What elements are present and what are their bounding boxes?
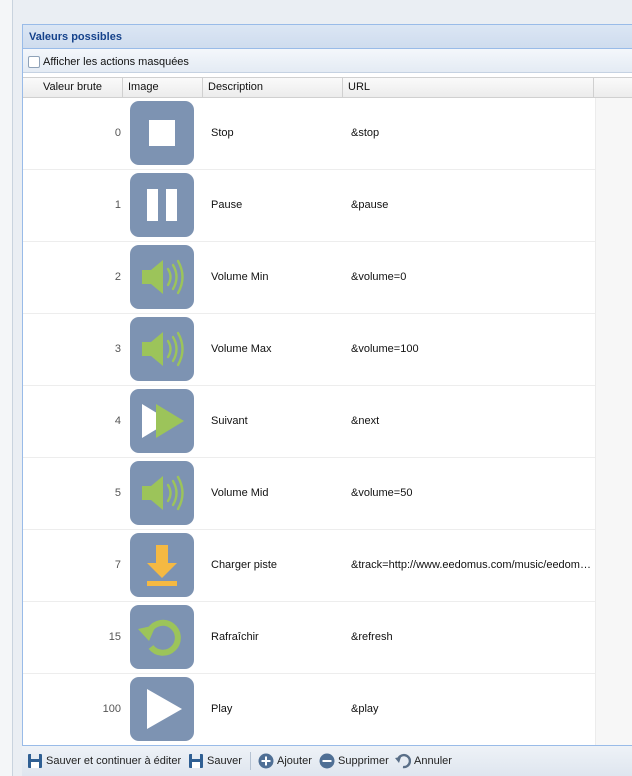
cancel-label: Annuler — [414, 755, 452, 767]
grid-empty-column — [595, 98, 632, 770]
description-cell: Volume Min — [211, 271, 269, 283]
raw-value-cell: 15 — [108, 631, 121, 643]
filter-toolbar: Afficher les actions masquées — [23, 49, 632, 73]
raw-value-cell: 2 — [114, 271, 121, 283]
pause-icon[interactable] — [130, 173, 194, 237]
minus-circle-icon — [319, 753, 335, 769]
table-row[interactable]: 5 Volume Mid &volume=50 — [23, 458, 595, 530]
url-cell: &next — [351, 415, 380, 427]
stop-icon[interactable] — [130, 101, 194, 165]
table-row[interactable]: 7 Charger piste &track=http://www.eedomus.… — [23, 530, 595, 602]
url-cell: &stop — [351, 127, 380, 139]
play-icon[interactable] — [130, 677, 194, 741]
column-header-image[interactable]: Image — [123, 78, 203, 97]
left-navigation-strip — [0, 0, 13, 776]
undo-icon — [395, 753, 411, 769]
show-hidden-actions-checkbox[interactable] — [28, 56, 40, 68]
table-row[interactable]: 4 Suivant &next — [23, 386, 595, 458]
table-row[interactable]: 1 Pause &pause — [23, 170, 595, 242]
raw-value-cell: 0 — [114, 127, 121, 139]
raw-value-cell: 5 — [114, 487, 121, 499]
refresh-icon[interactable] — [130, 605, 194, 669]
raw-value-cell: 1 — [114, 199, 121, 211]
description-cell: Suivant — [211, 415, 248, 427]
raw-value-cell: 100 — [102, 703, 121, 715]
raw-value-cell: 3 — [114, 343, 121, 355]
column-header-url[interactable]: URL — [343, 78, 594, 97]
column-header-description[interactable]: Description — [203, 78, 343, 97]
volume-icon[interactable] — [130, 317, 194, 381]
possible-values-panel: Valeurs possibles Afficher les actions m… — [22, 24, 632, 776]
table-row[interactable]: 15 Rafraîchir &refresh — [23, 602, 595, 674]
url-cell: &pause — [351, 199, 389, 211]
floppy-disk-icon — [28, 754, 42, 768]
plus-circle-icon — [258, 753, 274, 769]
url-cell: &refresh — [351, 631, 393, 643]
volume-icon[interactable] — [130, 461, 194, 525]
table-row[interactable]: 2 Volume Min &volume=0 — [23, 242, 595, 314]
raw-value-cell: 4 — [114, 415, 121, 427]
save-continue-label: Sauver et continuer à éditer — [46, 755, 182, 767]
save-label: Sauver — [207, 755, 242, 767]
delete-label: Supprimer — [338, 755, 389, 767]
description-cell: Pause — [211, 199, 243, 211]
description-cell: Rafraîchir — [211, 631, 259, 643]
description-cell: Stop — [211, 127, 234, 139]
toolbar-separator — [250, 752, 251, 770]
grid-header: Valeur brute Image Description URL — [23, 77, 632, 98]
description-cell: Charger piste — [211, 559, 278, 571]
raw-value-cell: 7 — [114, 559, 121, 571]
download-icon[interactable] — [130, 533, 194, 597]
description-cell: Play — [211, 703, 233, 715]
show-hidden-actions-label[interactable]: Afficher les actions masquées — [43, 56, 189, 68]
next-icon[interactable] — [130, 389, 194, 453]
url-cell: &track=http://www.eedomus.com/music/eedo… — [351, 559, 593, 571]
url-cell: &volume=50 — [351, 487, 413, 499]
table-row[interactable]: 0 Stop &stop — [23, 98, 595, 170]
table-row[interactable]: 3 Volume Max &volume=100 — [23, 314, 595, 386]
description-cell: Volume Mid — [211, 487, 269, 499]
bottom-toolbar: Sauver et continuer à éditer Sauver Ajou… — [22, 745, 632, 776]
floppy-disk-icon — [189, 754, 203, 768]
url-cell: &volume=0 — [351, 271, 407, 283]
panel-title: Valeurs possibles — [29, 31, 122, 43]
panel-header: Valeurs possibles — [23, 25, 632, 49]
column-header-raw-value[interactable]: Valeur brute — [23, 78, 123, 97]
volume-icon[interactable] — [130, 245, 194, 309]
url-cell: &volume=100 — [351, 343, 419, 355]
values-grid-body: 0 Stop &stop 1 Pause &pause 2 Volume Min &volume… — [23, 98, 595, 746]
url-cell: &play — [351, 703, 379, 715]
table-row[interactable]: 100 Play &play — [23, 674, 595, 746]
add-label: Ajouter — [277, 755, 312, 767]
description-cell: Volume Max — [211, 343, 272, 355]
